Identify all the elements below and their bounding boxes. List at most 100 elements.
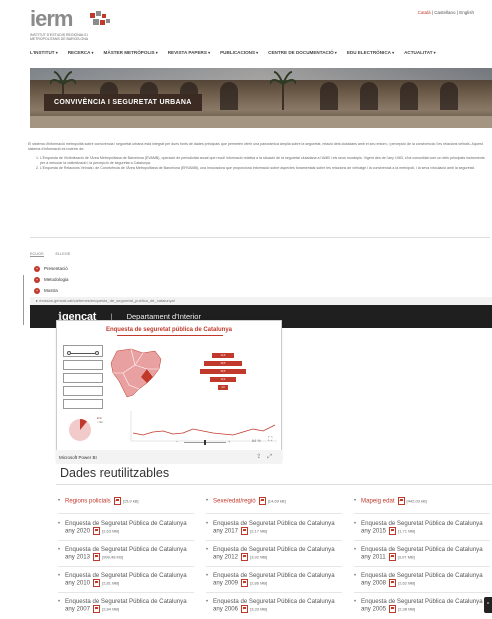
nav-item[interactable]: ACTUALITAT — [404, 50, 436, 55]
pdf-icon[interactable]: pdf — [93, 579, 101, 588]
item-title[interactable]: Enquesta de Seguretat Pública de Catalun… — [213, 546, 335, 553]
download-item[interactable]: • Enquesta de Seguretat Pública de Catalu… — [58, 572, 198, 588]
tab-ecuos[interactable]: ECUOS — [30, 252, 44, 257]
link-label[interactable]: Mapeig edat — [361, 498, 395, 505]
item-year[interactable]: any 2008 — [361, 580, 386, 587]
download-item[interactable]: • Enquesta de Seguretat Pública de Catalu… — [206, 520, 346, 536]
download-item[interactable]: • Enquesta de Seguretat Pública de Catalu… — [206, 546, 346, 562]
item-year[interactable]: any 2012 — [213, 554, 238, 561]
item-year[interactable]: any 2020 — [65, 528, 90, 535]
menu-item-metodologia[interactable]: + Metodologia — [34, 274, 69, 285]
year-slider[interactable] — [63, 345, 103, 357]
file-size: [15,9 kB] — [122, 498, 139, 504]
nav-item[interactable]: REVISTA PAPERS — [168, 50, 210, 55]
download-item[interactable]: • Enquesta de Seguretat Pública de Catalu… — [58, 520, 198, 536]
item-year[interactable]: any 2010 — [65, 580, 90, 587]
lang-en[interactable]: English — [459, 10, 474, 15]
nav-item[interactable]: CENTRE DE DOCUMENTACIÓ — [268, 50, 337, 55]
item-title[interactable]: Enquesta de Seguretat Pública de Catalun… — [65, 598, 187, 605]
pdf-icon[interactable]: pdf — [241, 553, 249, 562]
funnel-chart[interactable]: 14,6 28,5 39,5 13,4 4,0 — [174, 343, 277, 405]
row-divider — [354, 540, 490, 541]
plus-icon: + — [34, 265, 40, 272]
funnel-bar: 13,4 — [210, 377, 236, 382]
item-year[interactable]: any 2007 — [65, 606, 90, 613]
file-size: [3,33 MB] — [250, 606, 268, 612]
report-title: Enquesta de seguretat pública de Catalun… — [105, 327, 233, 333]
zoom-knob[interactable] — [204, 440, 206, 445]
tab-ellege[interactable]: ELLEGE — [56, 252, 71, 257]
item-title[interactable]: Enquesta de Seguretat Pública de Catalun… — [213, 520, 335, 527]
filter-dropdown[interactable] — [63, 360, 103, 370]
lang-es[interactable]: Castellano — [434, 10, 455, 15]
item-title[interactable]: Enquesta de Seguretat Pública de Catalun… — [361, 572, 483, 579]
pdf-icon[interactable]: pdf — [113, 497, 121, 505]
pdf-icon[interactable]: pdf — [258, 497, 266, 505]
download-item[interactable]: • Enquesta de Seguretat Pública de Catalu… — [354, 598, 492, 614]
download-link[interactable]: • Mapeig edat pdf [442,03 kB] — [354, 497, 492, 505]
nav-item[interactable]: L'INSTITUT — [30, 50, 58, 55]
item-year[interactable]: any 2015 — [361, 528, 386, 535]
menu-item-presentacio[interactable]: + Presentació — [34, 263, 69, 274]
pdf-icon[interactable]: pdf — [241, 527, 249, 536]
share-icon[interactable]: ⇪ — [256, 454, 261, 460]
pdf-icon[interactable]: pdf — [93, 605, 101, 614]
item-year[interactable]: any 2009 — [213, 580, 238, 587]
pdf-icon[interactable]: pdf — [241, 579, 249, 588]
plus-icon: + — [34, 276, 40, 283]
pdf-icon[interactable]: pdf — [389, 527, 397, 536]
download-item[interactable]: • Enquesta de Seguretat Pública de Catalu… — [58, 546, 198, 562]
download-link[interactable]: • Regions policials pdf [15,9 kB] — [58, 497, 198, 505]
item-title[interactable]: Enquesta de Seguretat Pública de Catalun… — [65, 572, 187, 579]
item-title[interactable]: Enquesta de Seguretat Pública de Catalun… — [213, 598, 335, 605]
nav-item[interactable]: RECERCA — [68, 50, 94, 55]
pdf-icon[interactable]: pdf — [241, 605, 249, 614]
link-label[interactable]: Sexe/edat/regió — [213, 498, 256, 505]
scroll-top-button[interactable]: ^ — [484, 597, 492, 613]
iermb-logo[interactable]: ierm INSTITUT D'ESTUDIS REGIONALS I METR… — [30, 8, 110, 41]
item-year[interactable]: any 2013 — [65, 554, 90, 561]
expand-icon[interactable]: ⤢ — [267, 454, 272, 460]
lang-ca[interactable]: Català — [418, 10, 431, 15]
pdf-icon[interactable]: pdf — [93, 553, 101, 562]
nav-item[interactable]: EDU ELECTRÒNICA — [347, 50, 394, 55]
item-title[interactable]: Enquesta de Seguretat Pública de Catalun… — [65, 546, 187, 553]
item-year[interactable]: any 2006 — [213, 606, 238, 613]
link-label[interactable]: Regions policials — [65, 498, 111, 505]
zoom-minus[interactable]: − — [176, 440, 178, 444]
pdf-icon[interactable]: pdf — [397, 497, 405, 505]
download-link[interactable]: • Sexe/edat/regió pdf [14,69 kB] — [206, 497, 346, 505]
language-selector[interactable]: Català | Castellano | English — [418, 10, 474, 15]
pdf-icon[interactable]: pdf — [93, 527, 101, 536]
item-title[interactable]: Enquesta de Seguretat Pública de Catalun… — [65, 520, 187, 527]
item-title[interactable]: Enquesta de Seguretat Pública de Catalun… — [361, 520, 483, 527]
nav-item[interactable]: PUBLICACIONS — [220, 50, 258, 55]
item-title[interactable]: Enquesta de Seguretat Pública de Catalun… — [361, 598, 483, 605]
download-item[interactable]: • Enquesta de Seguretat Pública de Catalu… — [354, 546, 492, 562]
download-item[interactable]: • Enquesta de Seguretat Pública de Catalu… — [354, 572, 492, 588]
window-edge — [23, 275, 24, 325]
pdf-icon[interactable]: pdf — [388, 553, 396, 562]
catalonia-map[interactable] — [109, 347, 165, 399]
page-title: CONVIVÈNCIA I SEGURETAT URBANA — [44, 94, 202, 111]
zoom-plus[interactable]: + — [228, 440, 230, 444]
filter-dropdown[interactable] — [63, 373, 103, 383]
item-title[interactable]: Enquesta de Seguretat Pública de Catalun… — [361, 546, 483, 553]
item-year[interactable]: any 2011 — [361, 554, 386, 561]
powerbi-link[interactable]: Microsoft Power BI — [59, 455, 97, 460]
filter-dropdown[interactable] — [63, 386, 103, 396]
nav-item[interactable]: MÀSTER METRÒPOLIS — [104, 50, 158, 55]
download-item[interactable]: • Enquesta de Seguretat Pública de Catalu… — [58, 598, 198, 614]
item-year[interactable]: any 2017 — [213, 528, 238, 535]
download-item[interactable]: • Enquesta de Seguretat Pública de Catalu… — [206, 572, 346, 588]
zoom-control[interactable]: − + 64 % ⛶ — [56, 437, 282, 449]
item-year[interactable]: any 2005 — [361, 606, 386, 613]
fit-page-icon[interactable]: ⛶ — [268, 437, 272, 444]
pdf-icon[interactable]: pdf — [389, 605, 397, 614]
pdf-icon[interactable]: pdf — [389, 579, 397, 588]
download-item[interactable]: • Enquesta de Seguretat Pública de Catalu… — [354, 520, 492, 536]
download-item[interactable]: • Enquesta de Seguretat Pública de Catalu… — [206, 598, 346, 614]
item-title[interactable]: Enquesta de Seguretat Pública de Catalun… — [213, 572, 335, 579]
browser-address-bar[interactable]: ▸ mossos.gencat.cat/ca/temes/enquesta_de… — [30, 297, 492, 305]
menu-item-mostra[interactable]: + Mostra — [34, 285, 69, 296]
